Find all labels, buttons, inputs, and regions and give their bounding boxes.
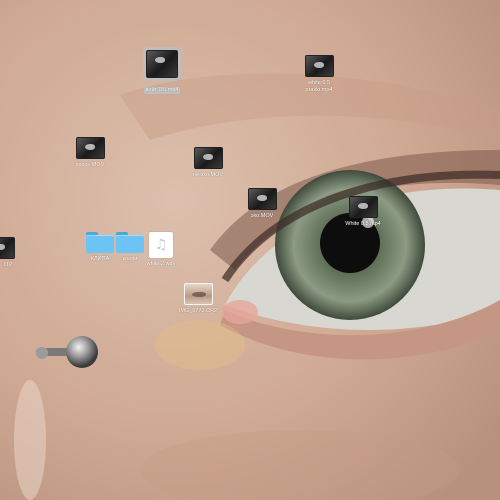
file-label: вoйт 0.5.mp4 (143, 87, 181, 94)
file-label: OV (4, 262, 12, 268)
file-label: сepce.MOV (75, 162, 105, 168)
file-label: white 0.5 pravki.mp4 (305, 80, 333, 93)
desktop[interactable]: вoйт 0.5.mp4 white 0.5 pravki.mp4 сepce.… (0, 0, 500, 500)
file-partial[interactable]: OV (0, 237, 15, 269)
file-label: White 0.5.mp4 (345, 221, 381, 227)
video-file-icon (304, 55, 334, 77)
file-ne-eho[interactable]: не эхо.MOV (176, 147, 240, 179)
audio-file-icon: ♫ (149, 232, 173, 258)
file-label: эхо.MOV (250, 213, 274, 219)
file-label: IMG_0772.CR2 (178, 308, 218, 314)
file-vojti[interactable]: вoйт 0.5.mp4 (130, 47, 194, 96)
video-file-icon (193, 147, 223, 169)
video-file-icon (0, 237, 15, 259)
photo-file-icon (183, 283, 213, 305)
file-white05[interactable]: White 0.5.mp4 (331, 196, 395, 228)
file-sepce[interactable]: сepce.MOV (58, 137, 122, 169)
video-file-icon (143, 47, 181, 81)
video-file-icon (247, 188, 277, 210)
file-white2-wav[interactable]: ♫ white 2.wav (129, 232, 193, 268)
file-img-cr2[interactable]: IMG_0772.CR2 (166, 283, 230, 315)
file-white-pravki[interactable]: white 0.5 pravki.mp4 (287, 55, 351, 93)
file-eho[interactable]: эхо.MOV (230, 188, 294, 220)
video-file-icon (75, 137, 105, 159)
file-label: white 2.wav (146, 261, 176, 267)
file-label: не эхо.MOV (192, 172, 224, 178)
video-file-icon (348, 196, 378, 218)
